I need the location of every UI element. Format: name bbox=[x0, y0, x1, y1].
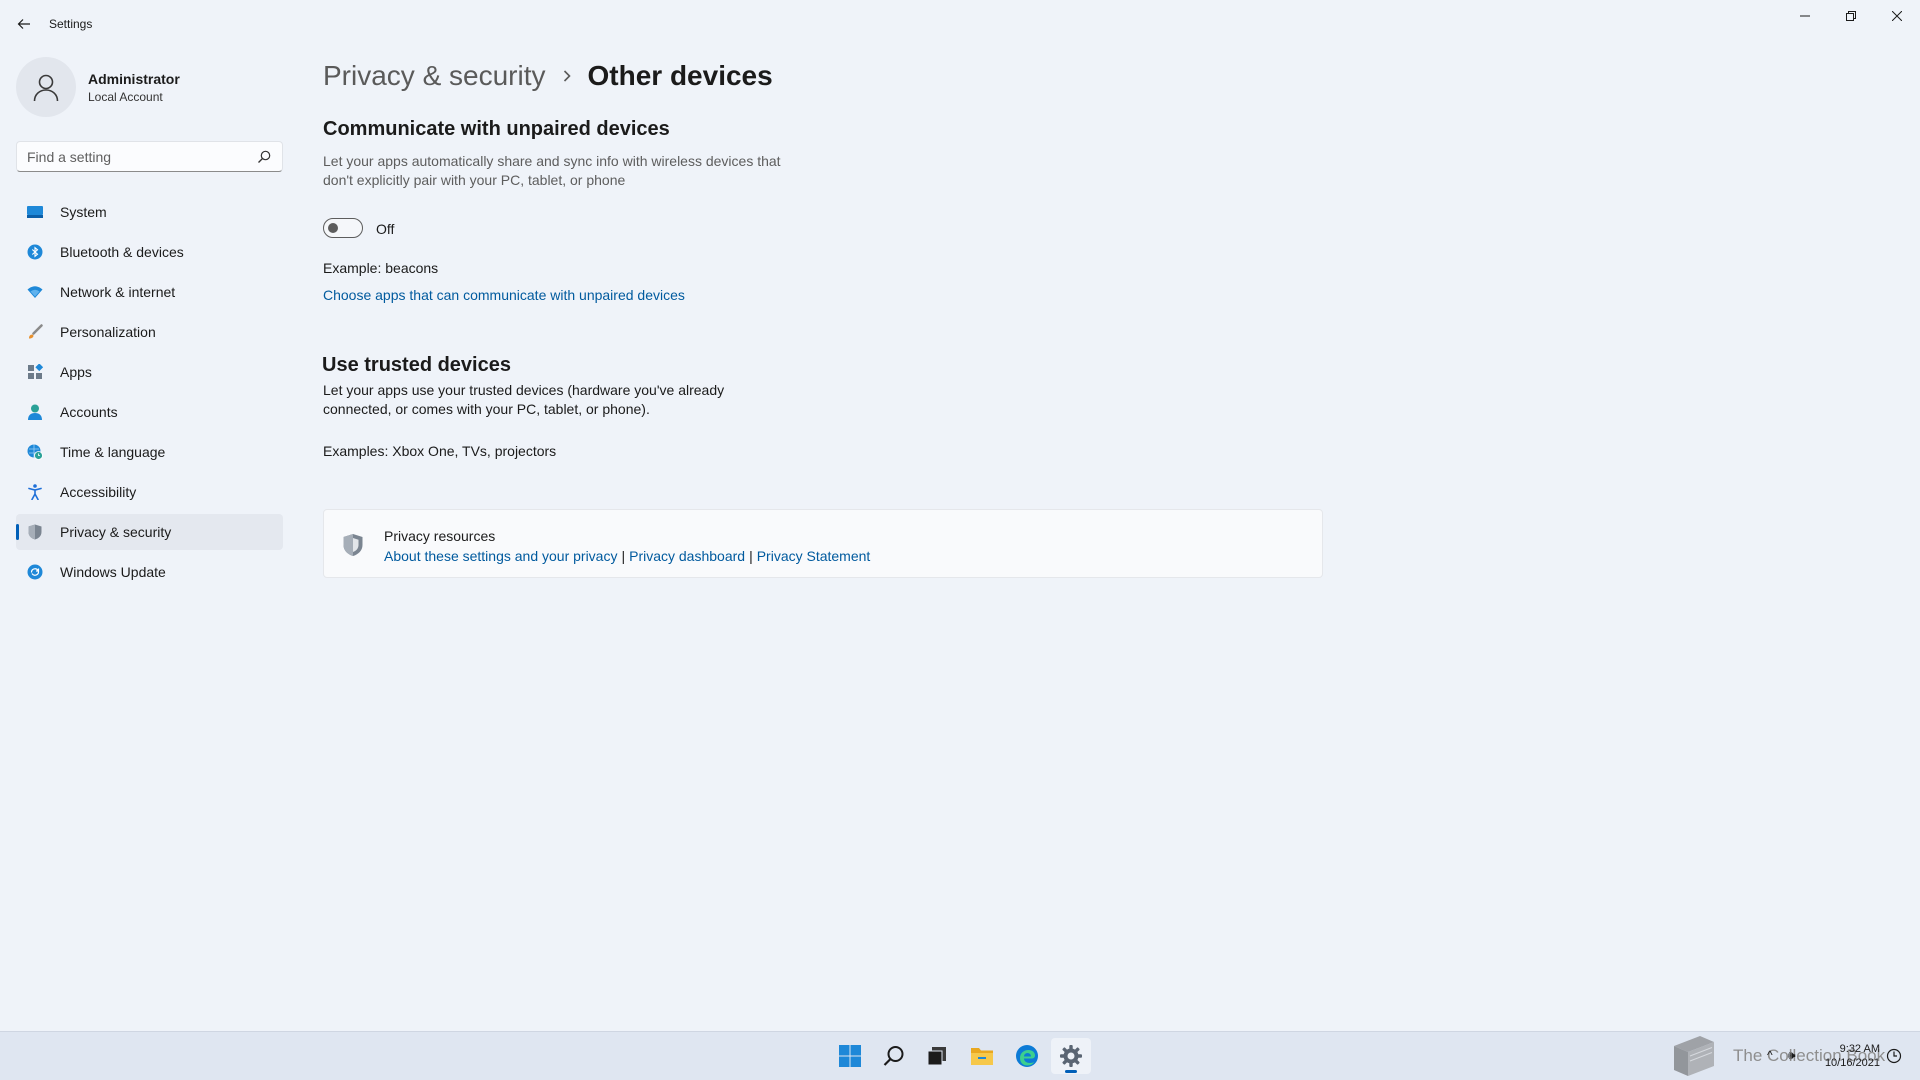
sidebar-nav: System Bluetooth & devices Network & int… bbox=[16, 194, 283, 594]
start-icon bbox=[839, 1045, 861, 1067]
sidebar-item-bluetooth[interactable]: Bluetooth & devices bbox=[16, 234, 283, 270]
sidebar-item-personalization[interactable]: Personalization bbox=[16, 314, 283, 350]
link-separator: | bbox=[621, 548, 626, 564]
chevron-up-icon[interactable]: ^ bbox=[1767, 1048, 1773, 1062]
close-icon bbox=[1892, 11, 1902, 21]
file-explorer-icon bbox=[971, 1048, 993, 1065]
sidebar-item-label: Bluetooth & devices bbox=[60, 244, 184, 260]
about-privacy-settings-link[interactable]: About these settings and your privacy bbox=[384, 548, 617, 564]
sidebar-item-accounts[interactable]: Accounts bbox=[16, 394, 283, 430]
restore-button[interactable] bbox=[1828, 0, 1874, 32]
privacy-resources-title: Privacy resources bbox=[384, 528, 496, 544]
sidebar-item-label: Personalization bbox=[60, 324, 156, 340]
start-button[interactable] bbox=[830, 1038, 870, 1074]
clock-date: 10/16/2021 bbox=[1824, 1057, 1880, 1069]
edge-button[interactable] bbox=[1007, 1038, 1047, 1074]
user-profile[interactable]: Administrator Local Account bbox=[16, 57, 286, 117]
title-bar: Settings bbox=[0, 0, 1920, 48]
notification-icon[interactable] bbox=[1886, 1048, 1902, 1064]
taskbar-clock[interactable]: 9:32 AM 10/16/2021 bbox=[1818, 1042, 1880, 1070]
unpaired-section-title: Communicate with unpaired devices bbox=[323, 118, 670, 140]
shield-icon bbox=[343, 534, 363, 556]
privacy-dashboard-link[interactable]: Privacy dashboard bbox=[629, 548, 745, 564]
sidebar-item-label: System bbox=[60, 204, 107, 220]
user-icon bbox=[33, 74, 59, 102]
unpaired-devices-toggle[interactable] bbox=[323, 218, 363, 238]
task-view-button[interactable] bbox=[917, 1038, 957, 1074]
sidebar-item-windows-update[interactable]: Windows Update bbox=[16, 554, 283, 590]
task-view-icon bbox=[927, 1047, 946, 1066]
edge-icon bbox=[1016, 1045, 1038, 1067]
system-icon bbox=[26, 203, 44, 221]
privacy-resources-card: Privacy resources About these settings a… bbox=[323, 509, 1323, 578]
trusted-example-text: Examples: Xbox One, TVs, projectors bbox=[323, 443, 557, 459]
page-title: Other devices bbox=[587, 60, 773, 91]
search-box bbox=[16, 141, 283, 172]
unpaired-section-description: Let your apps automatically share and sy… bbox=[323, 153, 781, 188]
file-explorer-button[interactable] bbox=[962, 1038, 1002, 1074]
accounts-icon bbox=[26, 403, 44, 421]
sidebar-item-label: Network & internet bbox=[60, 284, 176, 300]
trusted-section-title: Use trusted devices bbox=[322, 354, 511, 376]
breadcrumb-parent[interactable]: Privacy & security bbox=[323, 60, 546, 92]
close-button[interactable] bbox=[1874, 0, 1920, 32]
profile-name: Administrator bbox=[88, 71, 180, 87]
unpaired-example-text: Example: beacons bbox=[323, 260, 439, 276]
taskbar: The Collection Book ^ 🕪 9:32 AM 10/16/20… bbox=[0, 1031, 1920, 1080]
brush-icon bbox=[26, 323, 44, 341]
minimize-icon bbox=[1800, 15, 1810, 17]
taskbar-search-button[interactable] bbox=[874, 1038, 914, 1074]
sidebar-item-label: Time & language bbox=[60, 444, 166, 460]
sidebar-item-label: Apps bbox=[60, 364, 92, 380]
search-icon[interactable] bbox=[256, 149, 272, 165]
update-icon bbox=[26, 563, 44, 581]
choose-apps-link[interactable]: Choose apps that can communicate with un… bbox=[323, 287, 685, 303]
wifi-icon bbox=[26, 283, 44, 301]
sidebar-item-label: Accounts bbox=[60, 404, 118, 420]
sidebar-item-accessibility[interactable]: Accessibility bbox=[16, 474, 283, 510]
link-separator: | bbox=[749, 548, 753, 564]
settings-icon bbox=[1060, 1045, 1082, 1067]
trusted-section-description: Let your apps use your trusted devices (… bbox=[323, 382, 725, 417]
back-arrow-icon bbox=[17, 19, 30, 29]
settings-window: Settings Administrator Local Account Sys… bbox=[0, 0, 1920, 1031]
minimize-button[interactable] bbox=[1782, 0, 1828, 32]
privacy-statement-link[interactable]: Privacy Statement bbox=[757, 548, 871, 564]
book-watermark-icon bbox=[1674, 1036, 1714, 1076]
accessibility-icon bbox=[26, 483, 44, 501]
app-title: Settings bbox=[49, 17, 93, 31]
privacy-resources-links: About these settings and your privacy | Pr… bbox=[384, 548, 870, 564]
sidebar-item-apps[interactable]: Apps bbox=[16, 354, 283, 390]
sidebar-item-label: Windows Update bbox=[60, 564, 166, 580]
bluetooth-icon bbox=[26, 243, 44, 261]
toggle-state-label: Off bbox=[376, 221, 395, 237]
apps-icon bbox=[26, 363, 44, 381]
chevron-right-icon bbox=[562, 69, 572, 83]
sidebar-item-network[interactable]: Network & internet bbox=[16, 274, 283, 310]
sidebar-item-privacy-security[interactable]: Privacy & security bbox=[16, 514, 283, 550]
back-button[interactable] bbox=[12, 12, 36, 36]
sidebar-item-system[interactable]: System bbox=[16, 194, 283, 230]
sidebar-item-time-language[interactable]: Time & language bbox=[16, 434, 283, 470]
sidebar-item-label: Accessibility bbox=[60, 484, 137, 500]
profile-account-type: Local Account bbox=[88, 90, 163, 104]
search-icon bbox=[883, 1046, 904, 1066]
shield-icon bbox=[26, 523, 44, 541]
breadcrumb: Privacy & security Other devices bbox=[323, 56, 773, 96]
settings-taskbar-button[interactable] bbox=[1051, 1038, 1091, 1074]
search-input[interactable] bbox=[27, 148, 247, 166]
avatar bbox=[16, 57, 76, 117]
clock-time: 9:32 AM bbox=[1839, 1043, 1880, 1055]
sidebar-item-label: Privacy & security bbox=[60, 524, 172, 540]
speaker-icon[interactable]: 🕪 bbox=[1788, 1048, 1796, 1063]
globe-clock-icon bbox=[26, 443, 44, 461]
toggle-knob bbox=[328, 223, 338, 233]
restore-icon bbox=[1846, 11, 1856, 21]
